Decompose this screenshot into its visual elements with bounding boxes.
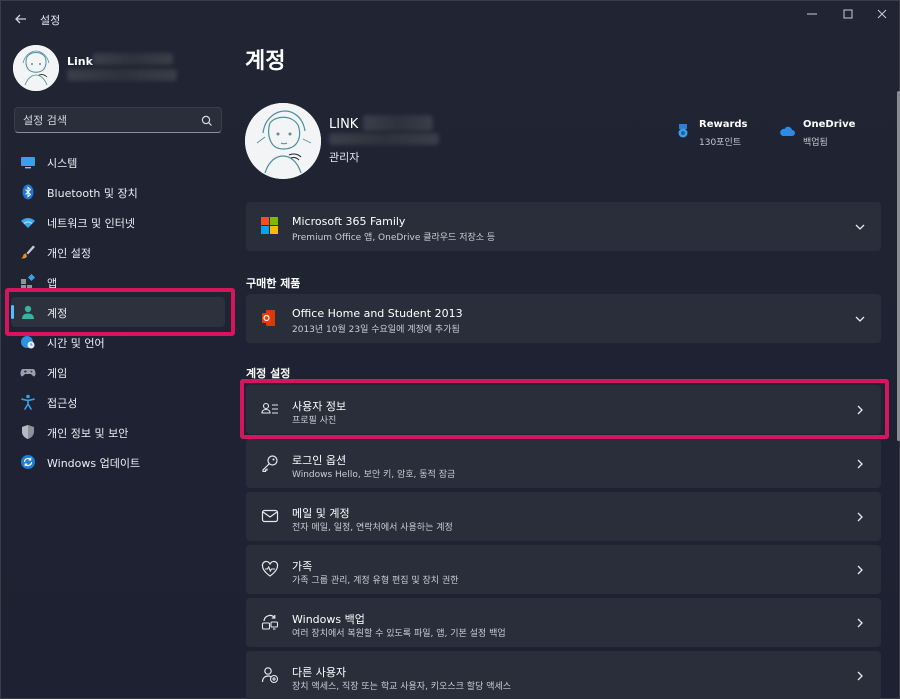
search-box[interactable] bbox=[14, 107, 222, 133]
sidebar-item-gaming[interactable]: 게임 bbox=[11, 357, 225, 387]
rewards-title: Rewards bbox=[699, 119, 748, 130]
avatar[interactable] bbox=[245, 103, 321, 179]
rewards-status[interactable]: Rewards 130포인트 bbox=[675, 119, 765, 149]
redacted-email bbox=[93, 53, 173, 65]
email-accounts-title: 메일 및 계정 bbox=[292, 507, 350, 520]
onedrive-status[interactable]: OneDrive 백업됨 bbox=[779, 119, 879, 149]
family-title: 가족 bbox=[292, 560, 313, 573]
gamepad-icon bbox=[20, 364, 36, 380]
sidebar-item-label: 접근성 bbox=[47, 397, 78, 410]
bluetooth-icon bbox=[20, 184, 36, 200]
m365-subtitle: Premium Office 앱, OneDrive 클라우드 저장소 등 bbox=[292, 233, 496, 243]
page-title: 계정 bbox=[245, 49, 286, 74]
search-icon[interactable] bbox=[200, 113, 214, 127]
sidebar-item-label: Bluetooth 및 장치 bbox=[47, 187, 138, 200]
onedrive-status-text: 백업됨 bbox=[803, 138, 828, 148]
microsoft-logo-icon bbox=[261, 217, 279, 235]
profile-name: LINK bbox=[329, 117, 359, 132]
m365-title: Microsoft 365 Family bbox=[292, 215, 406, 228]
sidebar-item-privacy[interactable]: 개인 정보 및 보안 bbox=[11, 417, 225, 447]
chevron-right-icon[interactable] bbox=[853, 456, 867, 470]
maximize-icon[interactable] bbox=[833, 4, 863, 24]
app-title: 설정 bbox=[40, 14, 61, 27]
main-content: 계정 LINK 관리자 Rewards 130포인트 OneDrive 백업됨 … bbox=[237, 37, 900, 699]
other-users-subtitle: 장치 액세스, 직장 또는 학교 사용자, 키오스크 할당 액세스 bbox=[292, 682, 512, 692]
shield-icon bbox=[20, 424, 36, 440]
key-icon bbox=[261, 454, 279, 473]
sidebar-item-label: Windows 업데이트 bbox=[47, 457, 141, 470]
sidebar-item-label: 개인 설정 bbox=[47, 247, 91, 260]
sidebar-item-network[interactable]: 네트워크 및 인터넷 bbox=[11, 207, 225, 237]
sidebar-item-label: 시간 및 언어 bbox=[47, 337, 105, 350]
globe-clock-icon bbox=[20, 334, 36, 350]
family-heart-icon bbox=[261, 560, 279, 578]
windows-backup-card[interactable]: Windows 백업 여러 장치에서 복원할 수 있도록 파일, 앱, 기본 설… bbox=[246, 598, 881, 647]
redacted-email-line bbox=[67, 69, 177, 81]
search-input[interactable] bbox=[23, 112, 193, 128]
monitor-icon bbox=[20, 154, 36, 170]
sidebar-item-label: 개인 정보 및 보안 bbox=[47, 427, 129, 440]
sidebar-item-system[interactable]: 시스템 bbox=[11, 147, 225, 177]
sidebar-item-windows-update[interactable]: Windows 업데이트 bbox=[11, 447, 225, 477]
email-accounts-card[interactable]: 메일 및 계정 전자 메일, 일정, 연락처에서 사용하는 계정 bbox=[246, 492, 881, 541]
wifi-icon bbox=[20, 214, 36, 230]
profile-header: LINK 관리자 Rewards 130포인트 OneDrive 백업됨 bbox=[245, 103, 885, 183]
accessibility-icon bbox=[20, 394, 36, 410]
windows-backup-subtitle: 여러 장치에서 복원할 수 있도록 파일, 앱, 기본 설정 백업 bbox=[292, 629, 506, 639]
sidebar-item-label: 네트워크 및 인터넷 bbox=[47, 217, 135, 230]
rewards-points: 130포인트 bbox=[699, 138, 742, 148]
rewards-medal-icon bbox=[675, 123, 691, 139]
highlight-accounts-nav bbox=[5, 288, 235, 336]
sign-in-options-title: 로그인 옵션 bbox=[292, 454, 347, 467]
add-user-icon bbox=[261, 666, 279, 684]
backup-icon bbox=[261, 613, 279, 631]
mail-icon bbox=[261, 507, 279, 525]
avatar bbox=[13, 45, 59, 91]
chevron-right-icon[interactable] bbox=[853, 615, 867, 629]
sidebar-item-label: 시스템 bbox=[47, 157, 78, 170]
office-subtitle: 2013년 10월 23일 수요일에 계정에 추가됨 bbox=[292, 325, 460, 335]
chevron-right-icon[interactable] bbox=[853, 668, 867, 682]
office-logo-icon bbox=[261, 309, 279, 327]
chevron-down-icon[interactable] bbox=[853, 311, 867, 325]
chevron-right-icon[interactable] bbox=[853, 562, 867, 576]
sidebar-item-accessibility[interactable]: 접근성 bbox=[11, 387, 225, 417]
minimize-icon[interactable] bbox=[797, 4, 827, 24]
sidebar-user-name: Link bbox=[67, 55, 93, 68]
close-icon[interactable] bbox=[867, 4, 897, 24]
sidebar-user-card[interactable]: Link bbox=[13, 45, 233, 91]
settings-window: 설정 Link 설정 검색 시스템 Bluetooth 및 장치 네트워크 및 … bbox=[0, 0, 900, 699]
back-arrow-icon[interactable] bbox=[9, 7, 33, 31]
chevron-right-icon[interactable] bbox=[853, 509, 867, 523]
redacted-email-line bbox=[329, 133, 439, 145]
sign-in-options-subtitle: Windows Hello, 보안 키, 암호, 동적 잠금 bbox=[292, 470, 456, 480]
windows-backup-title: Windows 백업 bbox=[292, 613, 365, 626]
title-bar: 설정 bbox=[1, 1, 900, 37]
sidebar: Link 시스템 Bluetooth 및 장치 bbox=[1, 37, 237, 699]
office-title: Office Home and Student 2013 bbox=[292, 307, 463, 320]
onedrive-cloud-icon bbox=[779, 123, 795, 139]
family-subtitle: 가족 그룹 관리, 계정 유형 편집 및 장치 권한 bbox=[292, 576, 459, 586]
sidebar-item-bluetooth[interactable]: Bluetooth 및 장치 bbox=[11, 177, 225, 207]
redacted-email bbox=[363, 115, 433, 131]
email-accounts-subtitle: 전자 메일, 일정, 연락처에서 사용하는 계정 bbox=[292, 523, 453, 533]
update-icon bbox=[20, 454, 36, 470]
chevron-down-icon[interactable] bbox=[853, 219, 867, 233]
other-users-title: 다른 사용자 bbox=[292, 666, 347, 679]
profile-role: 관리자 bbox=[329, 151, 360, 164]
sidebar-item-personalization[interactable]: 개인 설정 bbox=[11, 237, 225, 267]
sign-in-options-card[interactable]: 로그인 옵션 Windows Hello, 보안 키, 암호, 동적 잠금 bbox=[246, 439, 881, 488]
sidebar-item-label: 게임 bbox=[47, 367, 68, 380]
purchased-section-label: 구매한 제품 bbox=[246, 277, 301, 290]
onedrive-title: OneDrive bbox=[803, 119, 856, 130]
other-users-card[interactable]: 다른 사용자 장치 액세스, 직장 또는 학교 사용자, 키오스크 할당 액세스 bbox=[246, 651, 881, 699]
m365-card[interactable]: Microsoft 365 Family Premium Office 앱, O… bbox=[246, 202, 881, 251]
office-card[interactable]: Office Home and Student 2013 2013년 10월 2… bbox=[246, 294, 881, 343]
family-card[interactable]: 가족 가족 그룹 관리, 계정 유형 편집 및 장치 권한 bbox=[246, 545, 881, 594]
brush-icon bbox=[20, 244, 36, 260]
highlight-user-info bbox=[240, 379, 889, 439]
